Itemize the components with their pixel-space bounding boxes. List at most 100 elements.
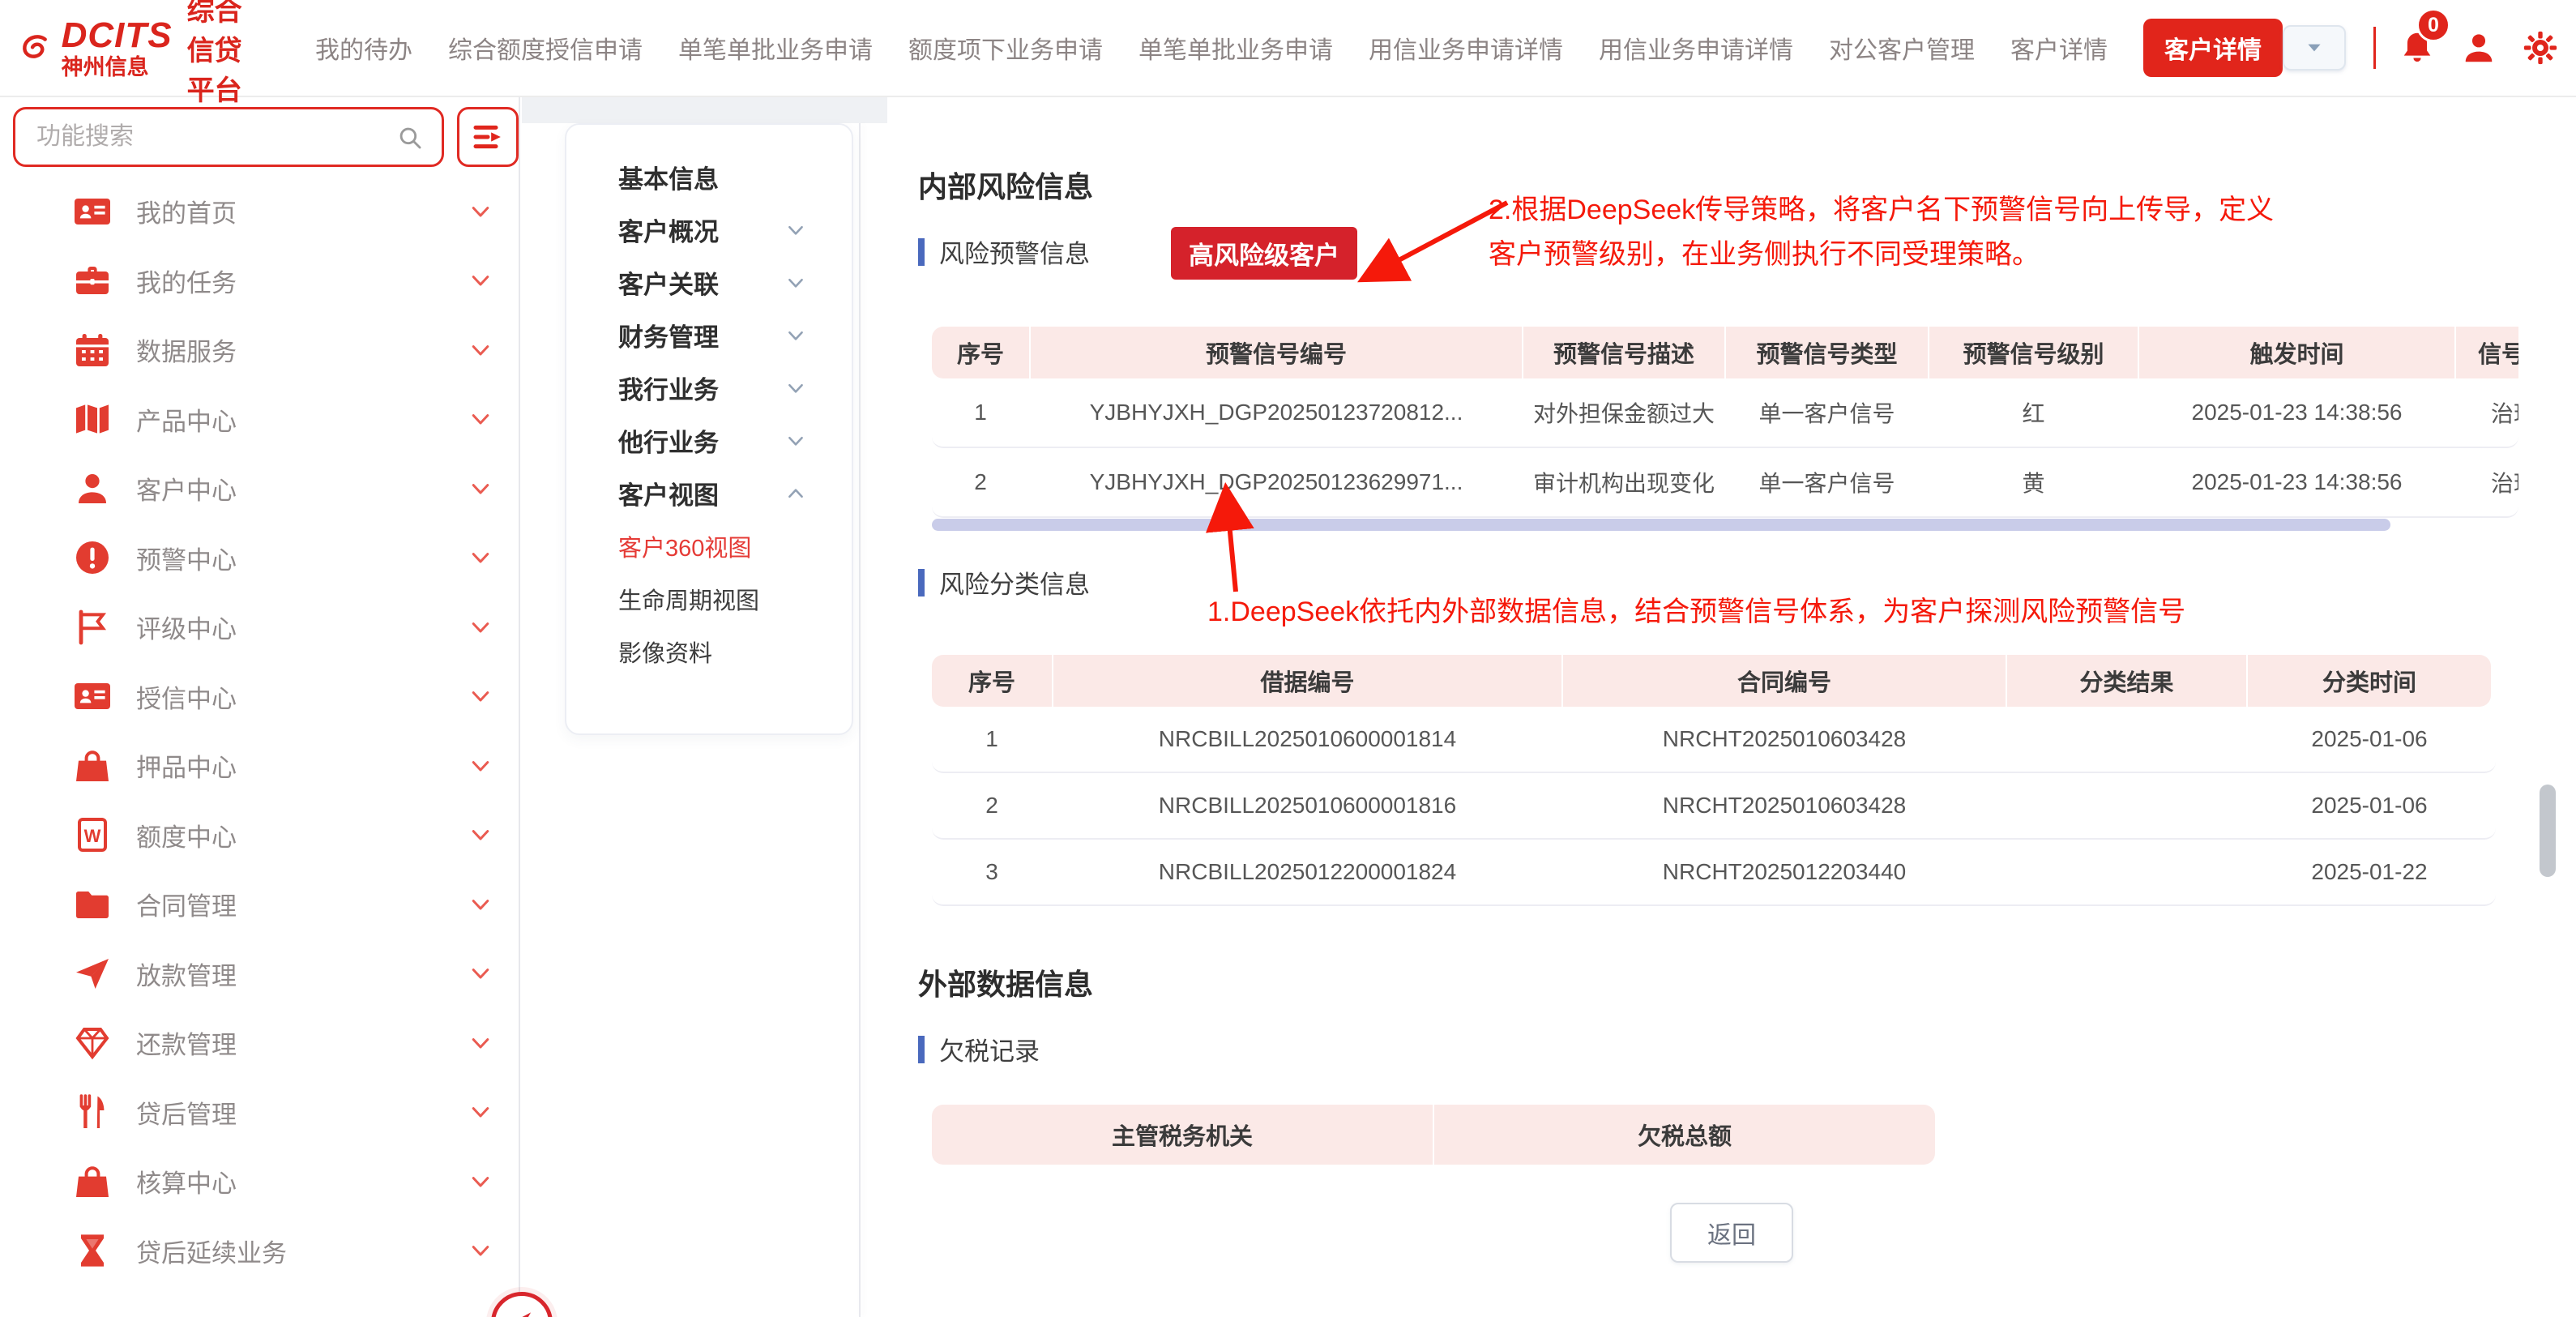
- chevron-down-icon: [468, 338, 493, 362]
- column-header: 借据编号: [1053, 655, 1561, 707]
- sidebar-item-12[interactable]: 放款管理: [0, 939, 519, 1009]
- submenu-item-9[interactable]: 生命周期视图: [566, 572, 852, 625]
- chevron-down-icon: [785, 430, 806, 451]
- risk-warning-header-row: 序号预警信号编号预警信号描述预警信号类型预警信号级别触发时间信号状态: [932, 327, 2518, 378]
- submenu-item-8[interactable]: 客户360视图: [566, 520, 852, 572]
- sidebar-item-6[interactable]: 预警中心: [0, 524, 519, 593]
- search-input[interactable]: [36, 109, 393, 165]
- send-icon: [73, 954, 112, 993]
- logo: DCITS 神州信息 综合信贷平台: [21, 0, 255, 108]
- brand-name: DCITS: [62, 17, 173, 54]
- table-cell: [2007, 707, 2246, 772]
- nav-item-2[interactable]: 综合额度授信申请: [448, 30, 643, 66]
- utensils-icon: [73, 1093, 112, 1131]
- vertical-scrollbar[interactable]: [2540, 785, 2556, 877]
- settings-button[interactable]: [2522, 29, 2559, 66]
- sidebar-item-label: 押品中心: [136, 747, 468, 784]
- annotation-2: 2.根据DeepSeek传导策略，将客户名下预警信号向上传导，定义 客户预警级别…: [1489, 188, 2274, 277]
- nav-item-9[interactable]: 客户详情: [2010, 30, 2108, 66]
- sidebar-item-label: 授信中心: [136, 678, 468, 715]
- submenu-item-2[interactable]: 客户概况: [566, 203, 852, 256]
- table-cell: [2007, 840, 2246, 904]
- sidebar-item-11[interactable]: 合同管理: [0, 870, 519, 939]
- chevron-down-icon: [785, 325, 806, 346]
- sidebar-item-label: 预警中心: [136, 540, 468, 576]
- notification-count-badge: 0: [2416, 8, 2450, 42]
- submenu-item-4[interactable]: 财务管理: [566, 309, 852, 361]
- alert-icon: [73, 538, 112, 577]
- nav-item-6[interactable]: 用信业务申请详情: [1369, 30, 1563, 66]
- table-cell: 1: [932, 707, 1052, 772]
- risk-warning-section-header: 风险预警信息 高风险级客户: [918, 233, 1090, 270]
- submenu-item-1[interactable]: 基本信息: [566, 151, 852, 203]
- user-profile-button[interactable]: [2460, 29, 2497, 66]
- table-cell: 黄: [1929, 448, 2138, 516]
- sidebar-item-16[interactable]: 贷后延续业务: [0, 1217, 519, 1286]
- column-header: 触发时间: [2139, 327, 2454, 378]
- section-marker: [918, 1036, 925, 1063]
- column-header: 合同编号: [1563, 655, 2006, 707]
- chevron-down-icon: [468, 1031, 493, 1055]
- submenu-item-3[interactable]: 客户关联: [566, 256, 852, 309]
- internal-risk-title: 内部风险信息: [918, 164, 1093, 206]
- risk-warning-row-1[interactable]: 1YJBHYJXH_DGP20250123720812...对外担保金额过大单一…: [932, 378, 2518, 448]
- table-cell: YJBHYJXH_DGP20250123629971...: [1031, 448, 1522, 516]
- column-header: 预警信号描述: [1523, 327, 1724, 378]
- sidebar-item-3[interactable]: 数据服务: [0, 315, 519, 385]
- risk-class-header-row: 序号借据编号合同编号分类结果分类时间: [932, 655, 2496, 707]
- sidebar-item-2[interactable]: 我的任务: [0, 246, 519, 316]
- tax-table: 主管税务机关欠税总额: [932, 1105, 1941, 1165]
- sidebar-item-10[interactable]: W额度中心: [0, 801, 519, 870]
- risk-warning-row-2[interactable]: 2YJBHYJXH_DGP20250123629971...审计机构出现变化单一…: [932, 448, 2518, 518]
- folder-icon: [73, 885, 112, 924]
- back-button[interactable]: 返回: [1670, 1203, 1793, 1263]
- submenu-item-label: 客户360视图: [618, 529, 806, 563]
- sidebar-item-4[interactable]: 产品中心: [0, 385, 519, 455]
- sidebar-collapse-button[interactable]: [491, 1292, 553, 1317]
- sidebar-item-7[interactable]: 评级中心: [0, 592, 519, 662]
- main-sidebar: 我的首页我的任务数据服务产品中心客户中心预警中心评级中心授信中心押品中心 W额度中…: [0, 97, 520, 1317]
- sidebar-item-1[interactable]: 我的首页: [0, 177, 519, 246]
- risk-class-row-2[interactable]: 2NRCBILL2025010600001816NRCHT20250106034…: [932, 773, 2496, 840]
- nav-item-1[interactable]: 我的待办: [315, 30, 412, 66]
- chevron-down-icon: [468, 892, 493, 917]
- table-cell: [2007, 773, 2246, 838]
- nav-item-3[interactable]: 单笔单批业务申请: [678, 30, 873, 66]
- notifications-button[interactable]: 0: [2399, 29, 2436, 66]
- risk-class-row-1[interactable]: 1NRCBILL2025010600001814NRCHT20250106034…: [932, 707, 2496, 773]
- nav-overflow-dropdown-button[interactable]: [2283, 25, 2346, 71]
- sidebar-item-5[interactable]: 客户中心: [0, 454, 519, 524]
- table-cell: 对外担保金额过大: [1523, 378, 1724, 447]
- risk-warning-table: 序号预警信号编号预警信号描述预警信号类型预警信号级别触发时间信号状态1YJBHY…: [932, 327, 2518, 518]
- sidebar-item-15[interactable]: 核算中心: [0, 1147, 519, 1217]
- chevron-down-icon: [468, 545, 493, 570]
- header-divider: [2373, 27, 2376, 69]
- sidebar-item-8[interactable]: 授信中心: [0, 662, 519, 732]
- idcard-icon: [73, 192, 112, 231]
- nav-item-4[interactable]: 额度项下业务申请: [908, 30, 1103, 66]
- hourglass-icon: [73, 1231, 112, 1270]
- sidebar-item-13[interactable]: 还款管理: [0, 1008, 519, 1078]
- sidebar-item-9[interactable]: 押品中心: [0, 731, 519, 801]
- nav-item-8[interactable]: 对公客户管理: [1829, 30, 1975, 66]
- nav-item-7[interactable]: 用信业务申请详情: [1599, 30, 1793, 66]
- chevron-down-icon: [785, 378, 806, 399]
- submenu-item-10[interactable]: 影像资料: [566, 625, 852, 678]
- submenu-item-7[interactable]: 客户视图: [566, 467, 852, 520]
- horizontal-scrollbar[interactable]: [932, 519, 2390, 531]
- submenu-item-6[interactable]: 他行业务: [566, 414, 852, 467]
- nav-item-5[interactable]: 单笔单批业务申请: [1138, 30, 1333, 66]
- sidebar-item-label: 贷后延续业务: [136, 1233, 468, 1269]
- active-tab-customer-detail[interactable]: 客户详情: [2143, 19, 2283, 77]
- chevron-down-icon: [468, 407, 493, 431]
- submenu-item-5[interactable]: 我行业务: [566, 361, 852, 414]
- sidebar-menu: 我的首页我的任务数据服务产品中心客户中心预警中心评级中心授信中心押品中心 W额度中…: [0, 177, 519, 1285]
- submenu-item-label: 生命周期视图: [618, 582, 806, 616]
- sidebar-item-14[interactable]: 贷后管理: [0, 1078, 519, 1148]
- sidebar-item-label: 核算中心: [136, 1163, 468, 1199]
- menu-toggle-button[interactable]: [457, 107, 519, 167]
- column-header: 分类时间: [2248, 655, 2491, 707]
- app-window: DCITS 神州信息 综合信贷平台 我的待办综合额度授信申请单笔单批业务申请额度…: [0, 0, 2576, 1317]
- chevron-down-icon: [468, 199, 493, 224]
- risk-class-row-3[interactable]: 3NRCBILL2025012200001824NRCHT20250122034…: [932, 840, 2496, 906]
